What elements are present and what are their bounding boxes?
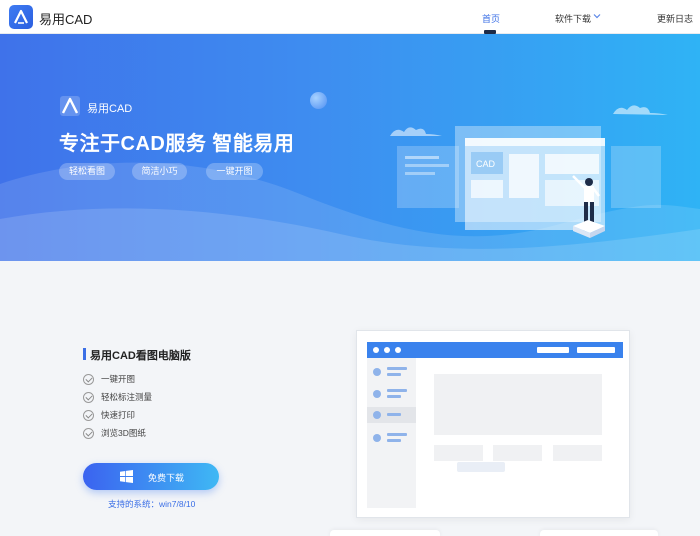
next-section-card	[540, 530, 658, 536]
banner-logo-icon	[60, 96, 80, 116]
tag-easy-view: 轻松看图	[59, 163, 115, 180]
mockup-menu-bar	[577, 347, 615, 353]
nav-update-log[interactable]: 更新日志	[657, 12, 693, 25]
mockup-sidebar-row	[367, 364, 416, 380]
free-download-button[interactable]: 免费下载	[83, 463, 219, 490]
mockup-thumb	[553, 445, 602, 461]
top-navigation-bar: 易用CAD 首页 软件下载 更新日志	[0, 0, 700, 34]
check-circle-icon	[83, 409, 94, 421]
banner-headline: 专注于CAD服务 智能易用	[59, 133, 295, 155]
windows-icon	[120, 470, 133, 483]
mockup-sidebar	[367, 358, 416, 508]
nav-home[interactable]: 首页	[482, 12, 500, 25]
chevron-down-icon[interactable]	[593, 12, 601, 20]
app-name[interactable]: 易用CAD	[39, 9, 92, 28]
decorative-orb	[310, 92, 327, 109]
banner-brand: 易用CAD	[87, 103, 133, 115]
feature-item: 快速打印	[83, 409, 135, 421]
hero-banner: 易用CAD 专注于CAD服务 智能易用 轻松看图 简洁小巧 一键开图 CAD	[0, 34, 700, 261]
check-circle-icon	[83, 373, 94, 385]
nav-software-download[interactable]: 软件下载	[555, 12, 591, 25]
next-section-card	[330, 530, 440, 536]
tag-compact: 简洁小巧	[132, 163, 187, 180]
mockup-button	[457, 462, 505, 472]
app-logo-icon[interactable]	[9, 5, 33, 29]
app-preview-mockup	[356, 330, 630, 518]
mockup-dot	[384, 347, 390, 353]
mockup-thumb	[434, 445, 483, 461]
download-label: 免费下载	[148, 473, 185, 483]
title-accent-bar	[83, 348, 86, 360]
mockup-sidebar-row	[367, 430, 416, 446]
mockup-dot	[373, 347, 379, 353]
mockup-canvas	[434, 374, 602, 435]
feature-item: 浏览3D图纸	[83, 427, 146, 439]
check-circle-icon	[83, 427, 94, 439]
tag-one-click-open: 一键开图	[206, 163, 263, 180]
mockup-thumb	[493, 445, 542, 461]
mockup-sidebar-row	[367, 407, 416, 423]
mockup-titlebar	[367, 342, 623, 358]
illustration-cad-label: CAD	[476, 159, 496, 169]
mockup-sidebar-row	[367, 386, 416, 402]
cad-illustration: CAD	[390, 105, 668, 238]
supported-systems: 支持的系统：win7/8/10	[108, 499, 196, 509]
feature-item: 轻松标注测量	[83, 391, 152, 403]
feature-item: 一键开图	[83, 373, 135, 385]
mockup-dot	[395, 347, 401, 353]
product-title: 易用CAD看图电脑版	[90, 350, 191, 362]
check-circle-icon	[83, 391, 94, 403]
mockup-menu-bar	[537, 347, 569, 353]
